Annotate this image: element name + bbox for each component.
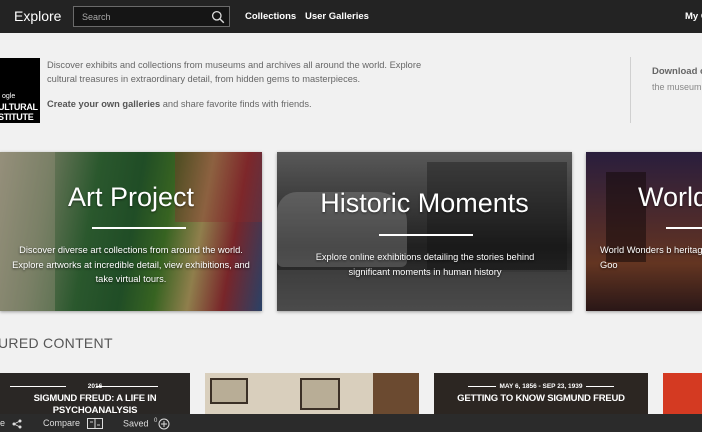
- card-title: Art Project: [67, 182, 195, 212]
- download-app-subtext: the museum: [652, 82, 702, 92]
- saved-add-icon: [158, 418, 170, 430]
- card-description: World Wonders b heritage sites onl Goo: [600, 245, 702, 270]
- compare-icon: [86, 418, 103, 430]
- saved-button[interactable]: Saved 0: [123, 418, 170, 430]
- search-icon[interactable]: [211, 10, 225, 24]
- compare-button[interactable]: Compare: [43, 418, 103, 430]
- card-divider: [92, 227, 186, 229]
- logo-line-3: STITUTE: [0, 112, 34, 122]
- framed-picture: [300, 378, 340, 410]
- nav-my-collections-link[interactable]: My C: [685, 11, 702, 22]
- intro-divider: [630, 57, 631, 123]
- search-box: [73, 6, 230, 27]
- bottom-toolbar: e Compare Saved 0: [0, 414, 702, 432]
- featured-content-heading: URED CONTENT: [0, 335, 113, 351]
- card-title: World: [638, 182, 702, 212]
- create-galleries-link[interactable]: Create your own galleries: [47, 99, 160, 109]
- card-shade: [0, 152, 262, 311]
- card-title: Historic Moments: [320, 188, 529, 218]
- intro-galleries-text: Create your own galleries and share favo…: [47, 99, 312, 109]
- share-label: e: [0, 418, 6, 428]
- featured-tile-interior[interactable]: [205, 373, 419, 418]
- logo-line-2: ULTURAL: [0, 102, 38, 112]
- logo-line-1: ogle: [2, 93, 16, 100]
- intro-galleries-rest: and share favorite finds with friends.: [160, 99, 312, 109]
- art-project-card[interactable]: Art Project Discover diverse art collect…: [0, 152, 262, 311]
- card-divider: [666, 227, 702, 229]
- bookshelf: [373, 373, 419, 418]
- featured-tile-partial[interactable]: [663, 373, 702, 418]
- nav-user-galleries-link[interactable]: User Galleries: [305, 11, 369, 22]
- saved-label: Saved: [123, 418, 149, 429]
- download-app-link[interactable]: Download o: [652, 66, 702, 77]
- cultural-institute-logo[interactable]: ogle ULTURAL STITUTE: [0, 58, 40, 123]
- explore-brand-link[interactable]: Explore: [14, 8, 61, 24]
- share-button[interactable]: e: [0, 418, 22, 429]
- tile-title: GETTING TO KNOW SIGMUND FREUD: [457, 393, 625, 404]
- card-description: Discover diverse art collections from ar…: [12, 245, 250, 284]
- featured-tile-freud-life[interactable]: 2016 SIGMUND FREUD: A LIFE IN PSYCHOANAL…: [0, 373, 190, 418]
- featured-tile-know-freud[interactable]: MAY 6, 1856 - SEP 23, 1939 GETTING TO KN…: [434, 373, 648, 418]
- compare-label: Compare: [43, 418, 81, 428]
- intro-text: Discover exhibits and collections from m…: [47, 60, 422, 84]
- tile-rule-right: [586, 386, 614, 387]
- card-description: Explore online exhibitions detailing the…: [315, 252, 535, 277]
- tile-date: 2016: [87, 383, 103, 390]
- nav-collections-link[interactable]: Collections: [245, 11, 296, 22]
- search-input[interactable]: [74, 7, 208, 26]
- top-navigation-bar: Explore Collections User Galleries My C: [0, 0, 702, 33]
- card-divider: [379, 234, 473, 236]
- card-shade: [277, 152, 572, 311]
- tile-date: MAY 6, 1856 - SEP 23, 1939: [499, 383, 583, 390]
- saved-count: 0: [154, 418, 158, 425]
- historic-moments-card[interactable]: Historic Moments Explore online exhibiti…: [277, 152, 572, 311]
- tile-rule-right: [96, 386, 158, 387]
- world-wonders-card[interactable]: World World Wonders b heritage sites onl…: [586, 152, 702, 311]
- framed-picture: [210, 378, 248, 404]
- share-icon: [12, 419, 22, 429]
- card-shade: [586, 152, 702, 311]
